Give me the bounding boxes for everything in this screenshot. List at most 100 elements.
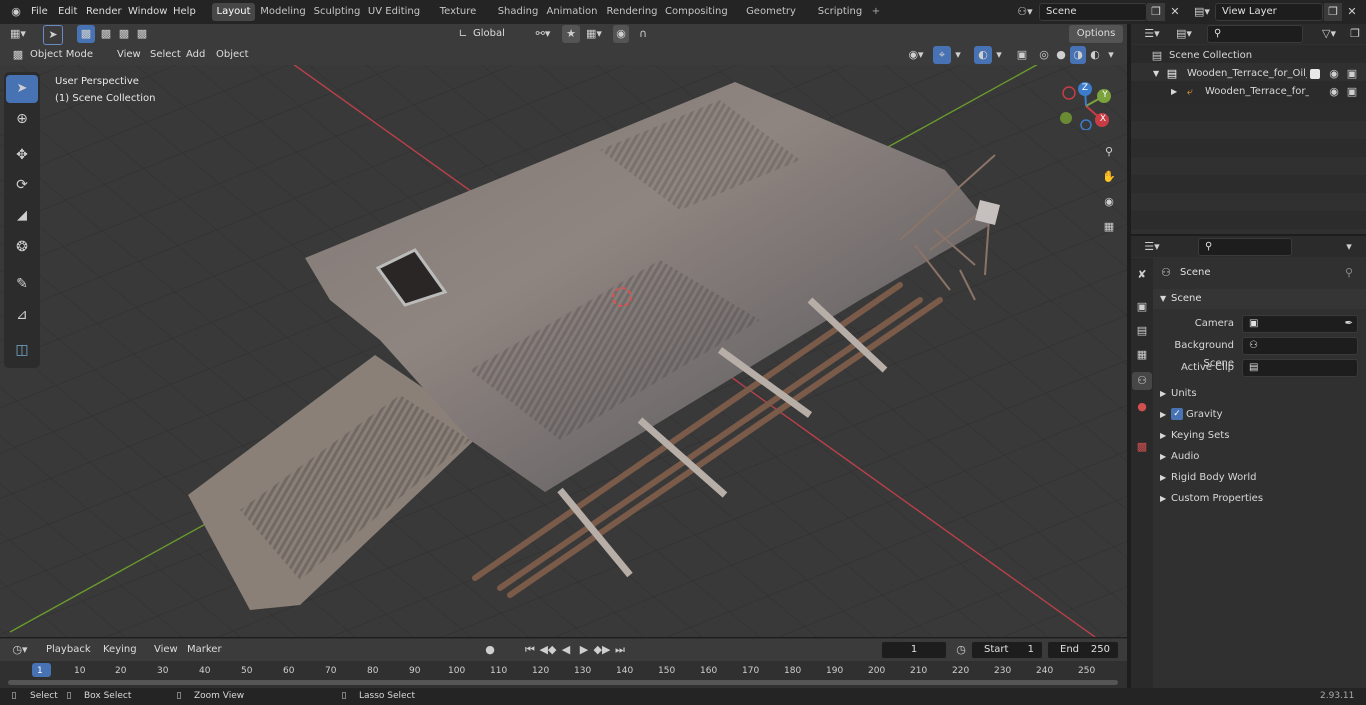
camera-field[interactable]: ▣ ✒: [1242, 315, 1358, 333]
tab-sculpting[interactable]: Sculpting: [313, 3, 361, 21]
options-dropdown[interactable]: Options: [1069, 25, 1123, 43]
texture-tab-icon[interactable]: ▩: [1132, 438, 1152, 456]
panel-audio[interactable]: Audio: [1171, 447, 1199, 467]
scale-tool-icon[interactable]: ◢: [6, 202, 38, 230]
select-intersect-icon[interactable]: ▩: [133, 25, 151, 43]
properties-options-icon[interactable]: ▾: [1340, 238, 1358, 256]
clock-icon[interactable]: ◷: [953, 641, 969, 659]
properties-editor-icon[interactable]: ☰▾: [1138, 238, 1166, 256]
scene-icon[interactable]: ⚇▾: [1013, 3, 1037, 21]
overlays-toggle-icon[interactable]: ◐: [974, 46, 992, 64]
view-layer-field[interactable]: View Layer: [1215, 3, 1323, 21]
scene-tab-icon[interactable]: ⚇: [1132, 372, 1152, 390]
camera-icon[interactable]: ▣: [1345, 83, 1359, 101]
render-tab-icon[interactable]: ▣: [1132, 298, 1152, 316]
menu-help[interactable]: Help: [173, 3, 196, 21]
expand-arrow-icon[interactable]: ▶: [1160, 405, 1166, 425]
cursor-tool-icon[interactable]: ⊕: [6, 105, 38, 133]
new-scene-icon[interactable]: ❐: [1147, 3, 1165, 21]
move-tool-icon[interactable]: ✥: [6, 141, 38, 169]
select-extend-icon[interactable]: ▩: [97, 25, 115, 43]
tab-geometry-nodes[interactable]: Geometry Nodes: [733, 3, 809, 35]
shading-dropdown-icon[interactable]: ▾: [1104, 46, 1118, 64]
panel-custom-properties[interactable]: Custom Properties: [1171, 489, 1263, 509]
output-tab-icon[interactable]: ▤: [1132, 322, 1152, 340]
close-view-layer-icon[interactable]: ✕: [1343, 3, 1361, 21]
record-icon[interactable]: ●: [481, 641, 499, 659]
background-scene-field[interactable]: ⚇: [1242, 337, 1358, 355]
view-layer-tab-icon[interactable]: ▦: [1132, 346, 1152, 364]
gravity-checkbox[interactable]: ✓: [1171, 408, 1183, 420]
panel-units[interactable]: Units: [1171, 384, 1197, 404]
overlays-dropdown-icon[interactable]: ▾: [993, 46, 1005, 64]
expand-arrow-icon[interactable]: ▶: [1160, 384, 1166, 404]
tab-shading[interactable]: Shading: [496, 3, 540, 21]
gizmo-dropdown-icon[interactable]: ▾: [952, 46, 964, 64]
scene-field[interactable]: Scene: [1039, 3, 1147, 21]
tool-tab-icon[interactable]: ✘: [1132, 266, 1152, 284]
play-icon[interactable]: ▶: [575, 641, 593, 659]
panel-rigid-body-world[interactable]: Rigid Body World: [1171, 468, 1256, 488]
tab-layout[interactable]: Layout: [212, 3, 255, 21]
new-collection-icon[interactable]: ❐: [1346, 25, 1364, 43]
annotate-tool-icon[interactable]: ✎: [6, 270, 38, 298]
jump-start-icon[interactable]: ⏮: [521, 641, 539, 659]
select-subtract-icon[interactable]: ▩: [115, 25, 133, 43]
ortho-toggle-icon[interactable]: ▦: [1099, 218, 1119, 236]
menu-edit[interactable]: Edit: [58, 3, 77, 21]
timeline-scrollbar[interactable]: [8, 680, 1118, 685]
menu-playback[interactable]: Playback: [46, 641, 91, 659]
select-box-tool-icon[interactable]: ➤: [6, 75, 38, 103]
blender-logo-icon[interactable]: ◉: [6, 3, 26, 21]
checkbox-icon[interactable]: [1310, 69, 1320, 79]
panel-gravity[interactable]: Gravity: [1186, 405, 1223, 425]
orientation-dropdown[interactable]: Global: [473, 25, 523, 43]
object-mode-dropdown[interactable]: Object Mode: [30, 46, 106, 64]
outliner-editor-icon[interactable]: ☰▾: [1138, 25, 1166, 43]
tab-texture-paint[interactable]: Texture Paint: [427, 3, 489, 35]
expand-arrow-icon[interactable]: ▶: [1171, 81, 1177, 103]
new-view-layer-icon[interactable]: ❐: [1324, 3, 1342, 21]
menu-timeline-view[interactable]: View: [154, 641, 178, 659]
tab-modeling[interactable]: Modeling: [259, 3, 307, 21]
menu-view[interactable]: View: [117, 46, 141, 64]
menu-file[interactable]: File: [31, 3, 48, 21]
tab-scripting[interactable]: Scripting: [816, 3, 864, 21]
menu-keying[interactable]: Keying: [103, 641, 137, 659]
pivot-icon[interactable]: ⚯▾: [530, 25, 556, 43]
menu-render[interactable]: Render: [86, 3, 122, 21]
tab-uv-editing[interactable]: UV Editing: [367, 3, 421, 21]
outliner-search-input[interactable]: ⚲: [1207, 25, 1303, 43]
end-frame-field[interactable]: End 250: [1047, 641, 1119, 659]
expand-arrow-icon[interactable]: ▶: [1160, 426, 1166, 446]
outliner-row-object[interactable]: ▶ ⤶ Wooden_Terrace_for_Oil_ ◉ ▣: [1131, 81, 1366, 103]
xray-icon[interactable]: ▣: [1013, 46, 1031, 64]
rotate-tool-icon[interactable]: ⟳: [6, 171, 38, 199]
rendered-shading-icon[interactable]: ◐: [1087, 46, 1103, 64]
wireframe-shading-icon[interactable]: ◎: [1036, 46, 1052, 64]
add-workspace-button[interactable]: +: [868, 3, 884, 21]
pan-view-icon[interactable]: ✋: [1099, 168, 1119, 186]
select-new-icon[interactable]: ▩: [77, 25, 95, 43]
falloff-icon[interactable]: ∩: [632, 25, 654, 43]
tab-animation[interactable]: Animation: [546, 3, 598, 21]
start-frame-field[interactable]: Start 1: [971, 641, 1043, 659]
close-scene-icon[interactable]: ✕: [1166, 3, 1184, 21]
select-tool-icon[interactable]: ➤: [43, 25, 63, 45]
filter-icon[interactable]: ▽▾: [1315, 25, 1343, 43]
tab-rendering[interactable]: Rendering: [605, 3, 659, 21]
expand-arrow-icon[interactable]: ▼: [1160, 290, 1166, 308]
display-mode-icon[interactable]: ▤▾: [1170, 25, 1198, 43]
proportional-edit-icon[interactable]: ◉: [613, 25, 629, 43]
scene-section-title[interactable]: Scene: [1171, 290, 1202, 308]
expand-arrow-icon[interactable]: ▶: [1160, 489, 1166, 509]
visibility-icon[interactable]: ◉▾: [903, 46, 929, 64]
panel-keying-sets[interactable]: Keying Sets: [1171, 426, 1229, 446]
camera-view-icon[interactable]: ◉: [1099, 193, 1119, 211]
next-keyframe-icon[interactable]: ◆▶: [593, 641, 611, 659]
menu-object[interactable]: Object: [216, 46, 249, 64]
snap-target-icon[interactable]: ▦▾: [581, 25, 607, 43]
active-clip-field[interactable]: ▤: [1242, 359, 1358, 377]
tab-compositing[interactable]: Compositing: [665, 3, 728, 21]
prev-keyframe-icon[interactable]: ◀◆: [539, 641, 557, 659]
